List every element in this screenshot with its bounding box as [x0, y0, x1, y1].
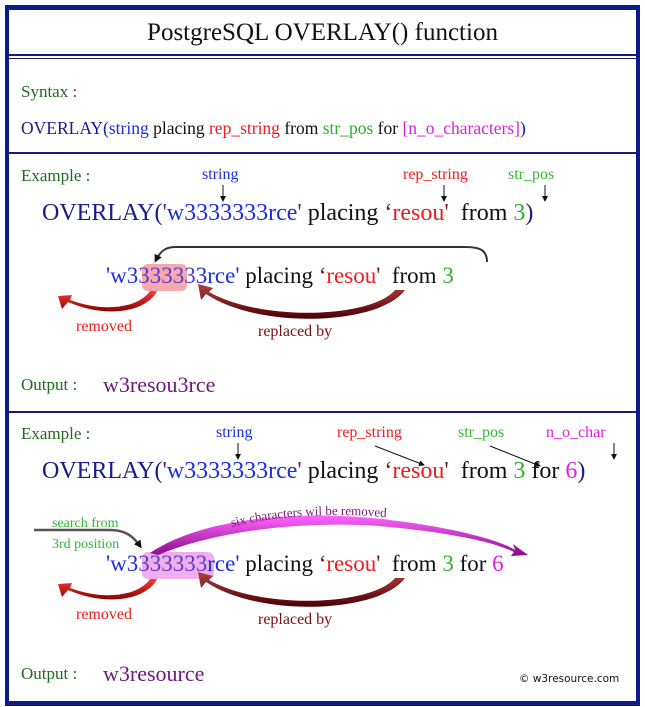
six-chars-label-layer: six characters wil be removed	[229, 503, 388, 530]
ex2-six-chars-label: six characters wil be removed	[229, 503, 388, 530]
